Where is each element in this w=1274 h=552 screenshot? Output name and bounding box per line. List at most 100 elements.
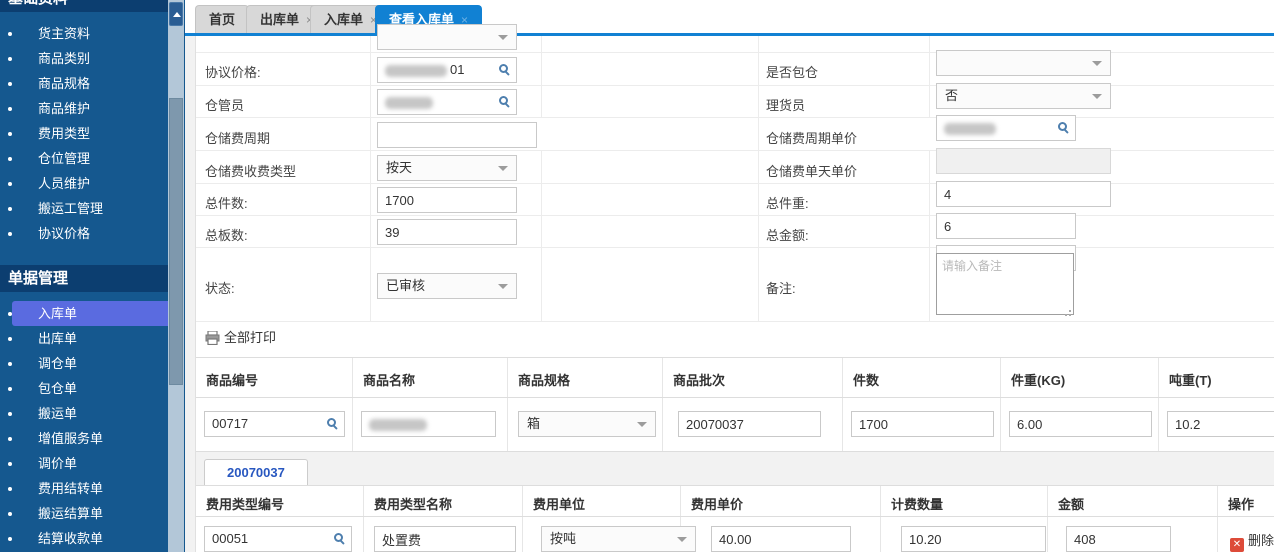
bullet-icon xyxy=(8,182,12,186)
sidebar-item-goods-maintain[interactable]: 商品维护 xyxy=(0,96,168,121)
sidebar-section-doc-manage: 单据管理 xyxy=(0,265,168,292)
sidebar-item-inbound-order[interactable]: 入库单 xyxy=(0,301,168,326)
goods-code-field[interactable]: 00717 xyxy=(204,411,345,437)
goods-pieces-field[interactable] xyxy=(851,411,994,437)
sidebar-item-owner-data[interactable]: 货主资料 xyxy=(0,21,168,46)
warehouse-keeper-field[interactable] xyxy=(377,89,517,115)
fee-unit-select[interactable]: 按吨 xyxy=(541,526,696,552)
bullet-icon xyxy=(8,107,12,111)
tally-clerk-label: 理货员 xyxy=(766,95,805,114)
batch-tab-strip: 20070037 xyxy=(196,452,1274,485)
redacted-value xyxy=(385,97,433,109)
header-cell: 费用单位 xyxy=(523,486,681,516)
search-icon[interactable] xyxy=(327,418,336,427)
header-cell: 费用类型名称 xyxy=(364,486,523,516)
agreement-price-field[interactable]: 01 xyxy=(377,57,517,83)
bullet-icon xyxy=(8,487,12,491)
chevron-down-icon xyxy=(637,422,647,427)
sidebar-item-settle-receipt-order[interactable]: 结算收款单 xyxy=(0,526,168,551)
sidebar-section-basic-data: 基础资料 xyxy=(0,0,168,12)
sidebar-item-handling-order[interactable]: 搬运单 xyxy=(0,401,168,426)
app-window: 基础资料 货主资料 商品类别 商品规格 商品维护 费用类型 仓位管理 人员维护 … xyxy=(0,0,1274,552)
sidebar-item-fee-carryover-order[interactable]: 费用结转单 xyxy=(0,476,168,501)
goods-table-header: 商品编号 商品名称 商品规格 商品批次 件数 件重(KG) 吨重(T) xyxy=(196,358,1274,398)
delete-row-button[interactable]: ✕删除 xyxy=(1230,530,1274,546)
goods-table: 商品编号 商品名称 商品规格 商品批次 件数 件重(KG) 吨重(T) 0071… xyxy=(196,357,1274,452)
warehouse-keeper-label: 仓管员 xyxy=(205,95,244,114)
sidebar-scrollbar[interactable] xyxy=(168,0,184,552)
inbound-detail-panel: 协议价格: 01 是否包仓 否 仓管员 xyxy=(195,36,1274,552)
bullet-icon xyxy=(8,412,12,416)
sidebar-item-location-manage[interactable]: 仓位管理 xyxy=(0,146,168,171)
sidebar-item-goods-category[interactable]: 商品类别 xyxy=(0,46,168,71)
fee-qty-field[interactable] xyxy=(901,526,1046,552)
total-amount-label: 总金额: xyxy=(766,225,809,244)
tab-home[interactable]: 首页 xyxy=(195,5,249,33)
chevron-down-icon xyxy=(498,284,508,289)
main-content: 首页 出库单× 入库单× 查看入库单× xyxy=(185,0,1274,552)
fee-name-cell xyxy=(364,517,523,552)
sidebar-item-personnel-maintain[interactable]: 人员维护 xyxy=(0,171,168,196)
total-boards-field[interactable] xyxy=(377,219,517,245)
form-row-clipped xyxy=(196,36,1274,53)
form-row: 仓储费周期 仓储费周期单价 xyxy=(196,118,1274,151)
header-cell: 件重(KG) xyxy=(1001,358,1159,397)
fee-unit-price-field[interactable] xyxy=(711,526,851,552)
form-row: 总件数: 总件重: xyxy=(196,184,1274,216)
clipped-left-select[interactable] xyxy=(377,24,517,50)
fee-code-field[interactable]: 00051 xyxy=(204,526,352,552)
goods-ton-weight-field[interactable] xyxy=(1167,411,1274,437)
status-select[interactable]: 已审核 xyxy=(377,273,517,299)
fee-name-field[interactable] xyxy=(374,526,516,552)
storage-fee-cycle-field[interactable] xyxy=(377,122,537,148)
spacer xyxy=(196,350,1274,357)
resize-grip-icon[interactable] xyxy=(1064,309,1071,316)
goods-spec-select[interactable]: 箱 xyxy=(518,411,656,437)
fee-amount-field[interactable] xyxy=(1066,526,1171,552)
sidebar-item-fee-type[interactable]: 费用类型 xyxy=(0,121,168,146)
bullet-icon xyxy=(8,462,12,466)
fee-unit-price-cell xyxy=(681,517,881,552)
search-icon[interactable] xyxy=(499,96,508,105)
header-cell: 吨重(T) xyxy=(1159,358,1274,397)
scrollbar-thumb[interactable] xyxy=(169,98,183,385)
fee-action-cell: ✕删除 xyxy=(1218,517,1274,552)
agreement-price-label: 协议价格: xyxy=(205,62,261,81)
fee-table-header: 费用类型编号 费用类型名称 费用单位 费用单价 计费数量 金额 操作 xyxy=(196,485,1274,517)
form-row: 仓储费收费类型 按天 仓储费单天单价 xyxy=(196,151,1274,184)
redacted-value xyxy=(369,419,427,431)
sidebar-item-agreement-price[interactable]: 协议价格 xyxy=(0,221,168,246)
header-cell: 费用类型编号 xyxy=(196,486,364,516)
total-pieces-field[interactable] xyxy=(377,187,517,213)
scroll-up-icon[interactable] xyxy=(169,2,183,26)
print-all-button[interactable]: 全部打印 xyxy=(205,327,276,345)
goods-name-field[interactable] xyxy=(361,411,496,437)
chevron-down-icon xyxy=(498,35,508,40)
header-cell: 费用单价 xyxy=(681,486,881,516)
sidebar: 基础资料 货主资料 商品类别 商品规格 商品维护 费用类型 仓位管理 人员维护 … xyxy=(0,0,185,552)
header-cell: 商品批次 xyxy=(663,358,843,397)
header-cell: 商品规格 xyxy=(508,358,663,397)
sidebar-item-outbound-order[interactable]: 出库单 xyxy=(0,326,168,351)
form-row: 仓管员 理货员 xyxy=(196,86,1274,118)
sidebar-item-handling-settle-order[interactable]: 搬运结算单 xyxy=(0,501,168,526)
header-cell: 商品编号 xyxy=(196,358,353,397)
sidebar-item-porter-manage[interactable]: 搬运工管理 xyxy=(0,196,168,221)
goods-batch-cell xyxy=(663,398,843,451)
sidebar-item-value-service-order[interactable]: 增值服务单 xyxy=(0,426,168,451)
storage-fee-charge-type-select[interactable]: 按天 xyxy=(377,155,517,181)
sidebar-item-goods-spec[interactable]: 商品规格 xyxy=(0,71,168,96)
sidebar-item-price-adjust-order[interactable]: 调价单 xyxy=(0,451,168,476)
form-row: 总板数: 总金额: xyxy=(196,216,1274,248)
chevron-down-icon xyxy=(498,166,508,171)
search-icon[interactable] xyxy=(334,533,343,542)
remark-textarea[interactable] xyxy=(936,253,1074,315)
sidebar-item-package-order[interactable]: 包仓单 xyxy=(0,376,168,401)
goods-piece-weight-field[interactable] xyxy=(1009,411,1152,437)
search-icon[interactable] xyxy=(499,64,508,73)
goods-batch-field[interactable] xyxy=(678,411,821,437)
tab-batch-20070037[interactable]: 20070037 xyxy=(204,459,308,485)
sidebar-item-transfer-order[interactable]: 调仓单 xyxy=(0,351,168,376)
bullet-icon xyxy=(8,32,12,36)
bullet-icon xyxy=(8,512,12,516)
